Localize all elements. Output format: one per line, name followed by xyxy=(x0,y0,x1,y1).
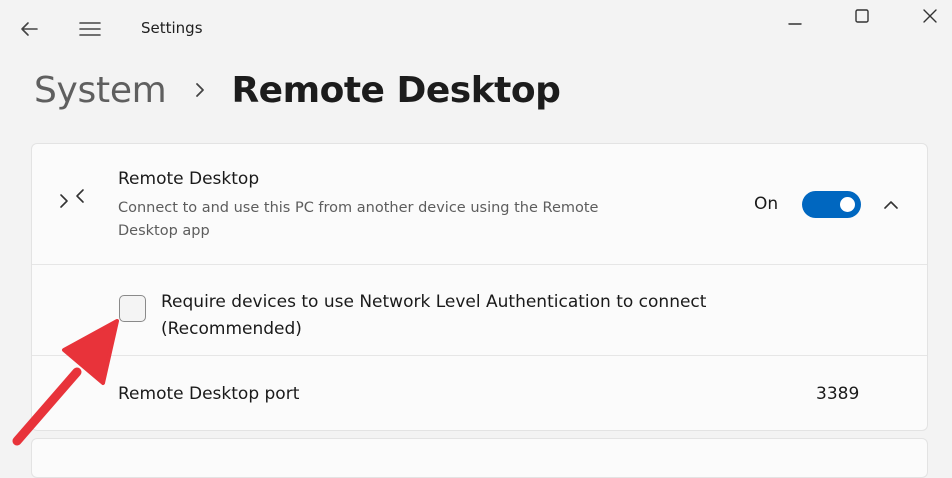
chevron-right-icon xyxy=(194,81,206,99)
remote-desktop-card: Remote Desktop Connect to and use this P… xyxy=(31,143,928,431)
close-button[interactable] xyxy=(908,0,952,34)
chevron-up-icon[interactable] xyxy=(880,194,902,216)
remote-desktop-toggle[interactable] xyxy=(802,191,861,218)
back-arrow-icon xyxy=(21,22,38,36)
remote-desktop-description: Connect to and use this PC from another … xyxy=(118,200,599,239)
nla-checkbox[interactable] xyxy=(119,295,146,322)
port-label: Remote Desktop port xyxy=(118,384,300,404)
breadcrumb: System Remote Desktop xyxy=(34,64,561,116)
remote-desktop-header-row[interactable]: Remote Desktop Connect to and use this P… xyxy=(32,144,927,264)
nla-label[interactable]: Require devices to use Network Level Aut… xyxy=(161,289,821,343)
remote-desktop-title: Remote Desktop xyxy=(118,169,260,189)
minimize-button[interactable] xyxy=(775,0,815,34)
maximize-icon xyxy=(855,9,869,23)
navigation-menu-button[interactable] xyxy=(72,12,108,46)
app-title: Settings xyxy=(141,19,203,37)
close-icon xyxy=(923,9,937,23)
toggle-state-label: On xyxy=(754,194,779,214)
breadcrumb-system[interactable]: System xyxy=(34,70,167,111)
port-row: Remote Desktop port 3389 xyxy=(32,355,927,430)
remote-desktop-icon xyxy=(60,189,84,208)
title-bar: Settings xyxy=(0,0,952,58)
hamburger-menu-icon xyxy=(79,22,101,36)
page-title: Remote Desktop xyxy=(231,69,561,111)
back-button[interactable] xyxy=(12,12,46,46)
next-settings-card xyxy=(31,438,928,478)
minimize-icon xyxy=(788,23,802,25)
port-value: 3389 xyxy=(816,384,860,404)
maximize-button[interactable] xyxy=(842,0,882,34)
toggle-knob xyxy=(840,197,855,212)
nla-row: Require devices to use Network Level Aut… xyxy=(32,264,927,355)
